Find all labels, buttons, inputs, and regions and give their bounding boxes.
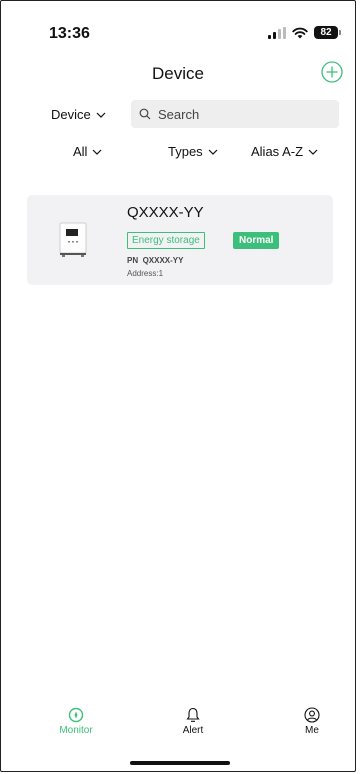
types-filter-dropdown[interactable]: Types xyxy=(168,144,218,159)
tab-alert-label: Alert xyxy=(182,725,204,736)
user-icon xyxy=(304,707,320,723)
status-badge: Normal xyxy=(233,232,280,249)
device-type-tag: Energy storage xyxy=(127,232,205,249)
monitor-icon xyxy=(68,707,84,723)
types-filter-label: Types xyxy=(168,144,203,159)
chevron-down-icon xyxy=(93,149,102,155)
search-input[interactable] xyxy=(156,105,330,123)
device-dropdown[interactable]: Device xyxy=(51,107,106,122)
sort-label: Alias A-Z xyxy=(251,144,304,159)
chevron-down-icon xyxy=(96,112,106,118)
status-bar: 13:36 82 xyxy=(1,1,355,51)
tab-alert[interactable]: Alert xyxy=(163,707,223,736)
all-filter-dropdown[interactable]: All xyxy=(73,144,102,159)
pn-label: PN xyxy=(127,256,139,265)
device-address: Address:1 xyxy=(127,269,164,278)
home-indicator xyxy=(130,761,230,765)
tab-me-label: Me xyxy=(305,725,319,736)
pn-value: QXXXX-YY xyxy=(142,256,184,265)
status-icons: 82 xyxy=(268,26,341,39)
sort-dropdown[interactable]: Alias A-Z xyxy=(251,144,318,159)
phone-screen: 13:36 82 Device Device Search All Types … xyxy=(0,0,356,772)
bell-icon xyxy=(186,707,200,722)
device-pn: PN QXXXX-YY xyxy=(127,256,183,265)
all-filter-label: All xyxy=(73,144,88,159)
battery-tip xyxy=(339,30,341,35)
device-card[interactable]: QXXXX-YY Energy storage Normal PN QXXXX-… xyxy=(27,195,333,285)
search-icon xyxy=(139,108,151,120)
tab-monitor-label: Monitor xyxy=(59,725,93,736)
status-time: 13:36 xyxy=(49,25,90,42)
tab-me[interactable]: Me xyxy=(282,707,342,736)
page-title: Device xyxy=(152,64,204,83)
device-name: QXXXX-YY xyxy=(127,204,204,221)
battery-icon: 82 xyxy=(314,26,338,39)
search-bar[interactable] xyxy=(131,100,339,128)
chevron-down-icon xyxy=(208,149,218,155)
device-dropdown-label: Device xyxy=(51,107,91,122)
energy-storage-device-image xyxy=(59,222,87,257)
add-device-button[interactable] xyxy=(321,61,343,83)
signal-icon xyxy=(268,26,286,39)
tab-bar: Monitor Alert Me xyxy=(1,707,355,747)
tab-monitor[interactable]: Monitor xyxy=(46,707,106,736)
chevron-down-icon xyxy=(308,149,318,155)
wifi-icon xyxy=(292,27,308,38)
